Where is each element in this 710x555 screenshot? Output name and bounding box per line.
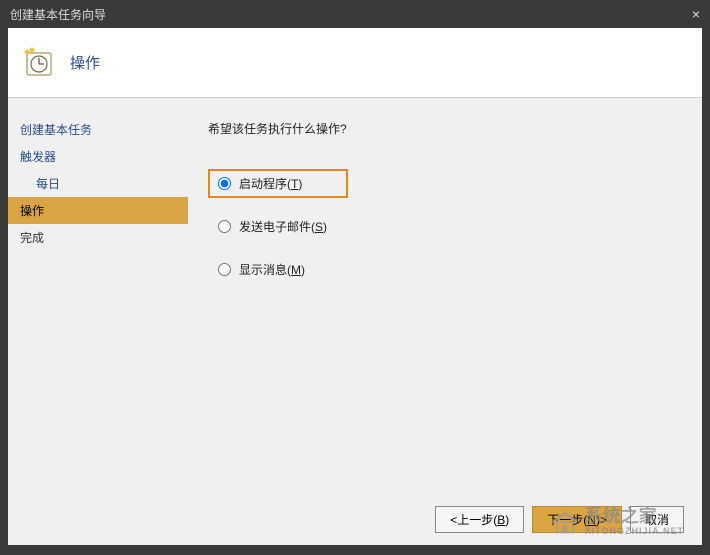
sidebar-item-action[interactable]: 操作 xyxy=(8,197,188,224)
window-title: 创建基本任务向导 xyxy=(10,6,106,23)
wizard-button-bar: <上一步(B) 下一步(N)> 取消 xyxy=(435,506,684,533)
page-title: 操作 xyxy=(70,52,100,73)
radio-show-message-label: 显示消息(M) xyxy=(239,261,305,278)
wizard-body: 创建基本任务 触发器 每日 操作 完成 希望该任务执行什么操作? 启动程序(T)… xyxy=(8,98,702,498)
action-radio-group: 启动程序(T) 发送电子邮件(S) 显示消息(M) xyxy=(208,169,682,284)
radio-start-program-label: 启动程序(T) xyxy=(239,175,302,192)
radio-send-email[interactable]: 发送电子邮件(S) xyxy=(208,212,682,241)
sidebar-item-create-basic-task[interactable]: 创建基本任务 xyxy=(8,116,188,143)
radio-show-message[interactable]: 显示消息(M) xyxy=(208,255,682,284)
radio-start-program-input[interactable] xyxy=(218,177,231,190)
wizard-header: 操作 xyxy=(8,28,702,98)
titlebar: 创建基本任务向导 × xyxy=(0,0,710,28)
next-button[interactable]: 下一步(N)> xyxy=(532,506,622,533)
radio-start-program[interactable]: 启动程序(T) xyxy=(208,169,348,198)
cancel-button[interactable]: 取消 xyxy=(630,506,684,533)
close-icon[interactable]: × xyxy=(692,6,700,22)
sidebar-item-trigger[interactable]: 触发器 xyxy=(8,143,188,170)
main-panel: 希望该任务执行什么操作? 启动程序(T) 发送电子邮件(S) 显示消息(M) xyxy=(188,98,702,498)
radio-send-email-label: 发送电子邮件(S) xyxy=(239,218,327,235)
wizard-window: 创建基本任务向导 × 操作 创建基本任务 触发器 每日 xyxy=(0,0,710,555)
radio-show-message-input[interactable] xyxy=(218,263,231,276)
radio-send-email-input[interactable] xyxy=(218,220,231,233)
clock-gear-icon xyxy=(23,47,55,79)
prompt-text: 希望该任务执行什么操作? xyxy=(208,120,682,137)
sidebar-item-daily[interactable]: 每日 xyxy=(8,170,188,197)
sidebar-item-finish: 完成 xyxy=(8,224,188,251)
content-area: 操作 创建基本任务 触发器 每日 操作 完成 希望该任务执行什么操作? 启动程序… xyxy=(8,28,702,545)
wizard-steps-sidebar: 创建基本任务 触发器 每日 操作 完成 xyxy=(8,98,188,498)
back-button[interactable]: <上一步(B) xyxy=(435,506,524,533)
